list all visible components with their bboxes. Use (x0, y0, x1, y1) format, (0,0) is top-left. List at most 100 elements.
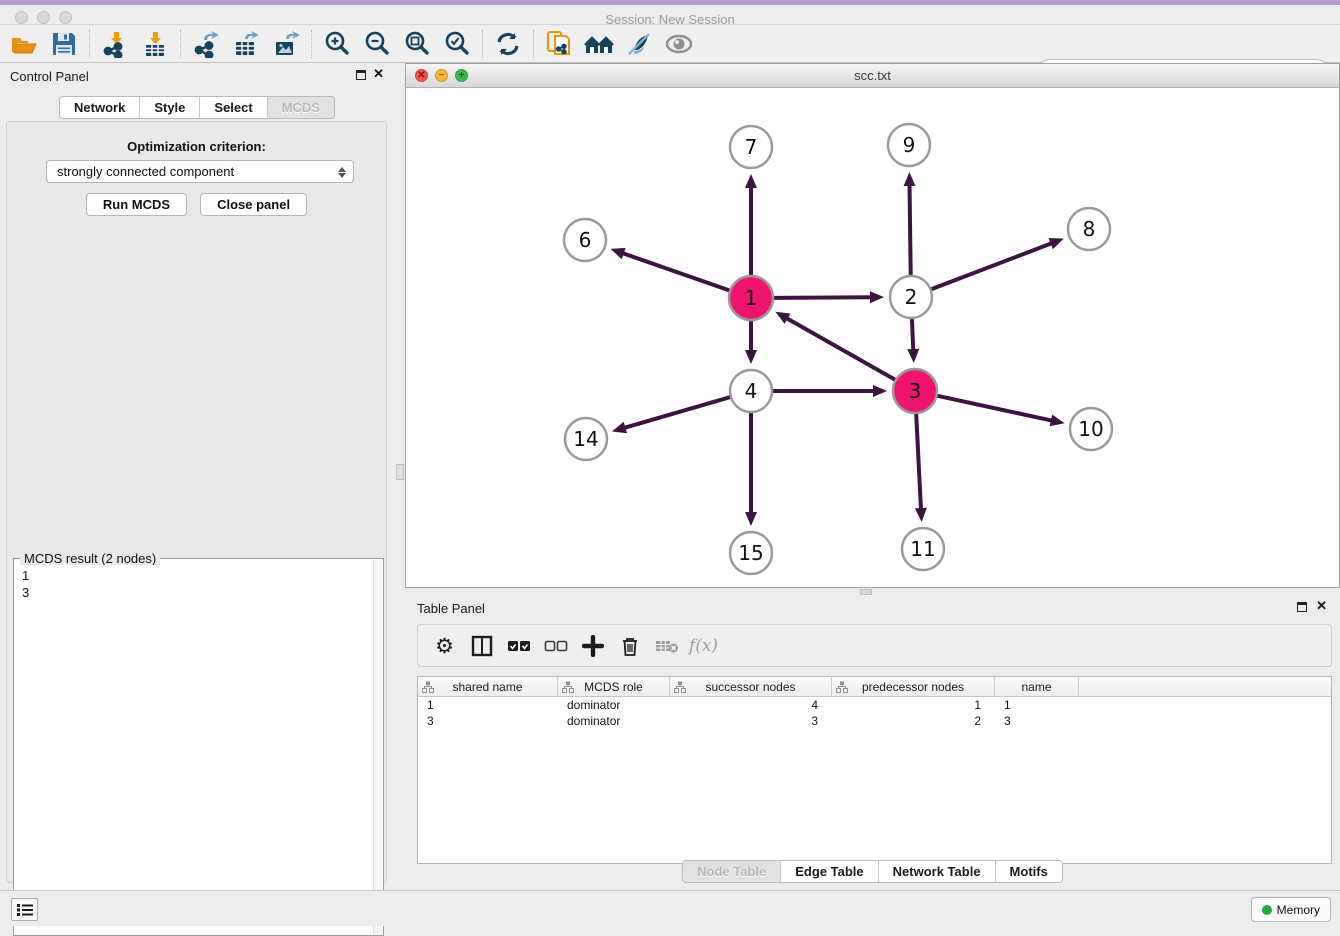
edge-3-1[interactable] (786, 318, 895, 380)
export-table-button[interactable] (226, 27, 266, 61)
control-panel-title: Control Panel (10, 69, 89, 84)
table-panel: Table Panel ✕ ⚙ (405, 596, 1340, 890)
edge-2-9[interactable] (910, 184, 911, 275)
apply-layout-button[interactable] (488, 27, 528, 61)
add-row-button[interactable] (574, 628, 611, 664)
network-window-titlebar[interactable]: ✕ − + scc.txt (406, 64, 1339, 88)
cell-predecessor-nodes[interactable]: 1 (832, 697, 995, 713)
show-hide-icon (664, 30, 694, 58)
float-panel-icon[interactable] (356, 70, 366, 80)
close-panel-icon[interactable]: ✕ (373, 67, 384, 81)
float-table-panel-icon[interactable] (1297, 602, 1307, 612)
function-builder-button[interactable]: f(x) (685, 628, 722, 664)
ndex-browser-button[interactable] (579, 27, 619, 61)
run-mcds-button[interactable]: Run MCDS (86, 193, 187, 216)
tab-select[interactable]: Select (200, 97, 267, 118)
toolbar-separator (533, 30, 534, 58)
close-table-panel-icon[interactable]: ✕ (1316, 599, 1327, 613)
cell-name[interactable]: 1 (995, 697, 1079, 713)
edge-3-10[interactable] (937, 396, 1052, 421)
cell-name[interactable]: 3 (995, 713, 1079, 729)
criterion-dropdown[interactable]: strongly connected component (46, 160, 354, 183)
tab-network-table[interactable]: Network Table (879, 861, 996, 882)
tab-node-table[interactable]: Node Table (683, 861, 781, 882)
show-columns-button[interactable] (463, 628, 500, 664)
tab-edge-table[interactable]: Edge Table (781, 861, 878, 882)
export-network-button[interactable] (186, 27, 226, 61)
memory-button[interactable]: Memory (1251, 897, 1331, 922)
edge-1-6[interactable] (622, 253, 729, 291)
zoom-in-icon (323, 30, 351, 58)
network-window-title: scc.txt (406, 64, 1339, 87)
toggle-graphics-icon (625, 30, 653, 58)
column-header-predecessor-nodes[interactable]: predecessor nodes (832, 677, 995, 696)
table-row[interactable]: 3dominator323 (418, 713, 1331, 729)
close-panel-button[interactable]: Close panel (200, 193, 307, 216)
table-row[interactable]: 1dominator411 (418, 697, 1331, 713)
chevron-updown-icon (335, 164, 349, 180)
node-label-4: 4 (745, 379, 758, 403)
sort-icon[interactable] (836, 681, 848, 693)
result-scrollbar[interactable] (373, 560, 382, 934)
column-header-name[interactable]: name (995, 677, 1079, 696)
table-tabs: Node TableEdge TableNetwork TableMotifs (405, 860, 1340, 883)
cell-shared-name[interactable]: 1 (418, 697, 558, 713)
cell-MCDS-role[interactable]: dominator (558, 697, 670, 713)
cell-successor-nodes[interactable]: 4 (670, 697, 832, 713)
cell-successor-nodes[interactable]: 3 (670, 713, 832, 729)
tab-style[interactable]: Style (140, 97, 200, 118)
table-toolbar: ⚙ (417, 624, 1332, 667)
edge-2-8[interactable] (932, 243, 1053, 289)
open-session-button[interactable] (4, 27, 44, 61)
network-maximize-button[interactable]: + (455, 69, 468, 82)
tab-motifs[interactable]: Motifs (996, 861, 1062, 882)
zoom-fit-button[interactable] (397, 27, 437, 61)
clone-network-button[interactable] (539, 27, 579, 61)
main-toolbar (0, 26, 1340, 63)
network-canvas[interactable]: 7968124314101511 (406, 88, 1339, 587)
node-table[interactable]: shared nameMCDS rolesuccessor nodesprede… (417, 676, 1332, 864)
toggle-graphics-button[interactable] (619, 27, 659, 61)
mcds-result-list[interactable]: 1 3 (15, 565, 373, 934)
trash-icon (619, 635, 641, 657)
zoom-in-button[interactable] (317, 27, 357, 61)
zoom-fit-icon (403, 30, 431, 58)
edge-3-11[interactable] (916, 414, 921, 510)
cell-shared-name[interactable]: 3 (418, 713, 558, 729)
sort-icon[interactable] (422, 681, 434, 693)
column-header-successor-nodes[interactable]: successor nodes (670, 677, 832, 696)
deselect-all-button[interactable] (537, 628, 574, 664)
tab-mcds[interactable]: MCDS (268, 97, 334, 118)
sort-icon[interactable] (674, 681, 686, 693)
edge-1-2[interactable] (774, 297, 872, 298)
node-label-6: 6 (579, 228, 592, 252)
import-network-button[interactable] (95, 27, 135, 61)
mcds-panel: Optimization criterion: strongly connect… (6, 121, 387, 883)
column-header-shared-name[interactable]: shared name (418, 677, 558, 696)
cell-MCDS-role[interactable]: dominator (558, 713, 670, 729)
zoom-selected-button[interactable] (437, 27, 477, 61)
export-image-button[interactable] (266, 27, 306, 61)
network-minimize-button[interactable]: − (435, 69, 448, 82)
delete-row-button[interactable] (611, 628, 648, 664)
sort-icon[interactable] (562, 681, 574, 693)
network-view-window: ✕ − + scc.txt 7968124314101511 (405, 63, 1340, 588)
network-graph[interactable]: 7968124314101511 (406, 88, 1339, 587)
save-session-button[interactable] (44, 27, 84, 61)
zoom-selected-icon (443, 30, 471, 58)
table-splitter-handle[interactable] (860, 589, 872, 595)
edge-4-14[interactable] (623, 397, 729, 428)
cell-predecessor-nodes[interactable]: 2 (832, 713, 995, 729)
delete-table-button[interactable] (648, 628, 685, 664)
zoom-out-button[interactable] (357, 27, 397, 61)
network-close-button[interactable]: ✕ (415, 69, 428, 82)
table-settings-button[interactable]: ⚙ (426, 628, 463, 664)
panel-splitter-handle[interactable] (396, 464, 404, 480)
column-header-MCDS-role[interactable]: MCDS role (558, 677, 670, 696)
tab-network[interactable]: Network (60, 97, 140, 118)
edge-2-3[interactable] (912, 319, 913, 351)
select-all-button[interactable] (500, 628, 537, 664)
task-history-button[interactable] (11, 898, 38, 921)
show-hide-button[interactable] (659, 27, 699, 61)
import-table-button[interactable] (135, 27, 175, 61)
